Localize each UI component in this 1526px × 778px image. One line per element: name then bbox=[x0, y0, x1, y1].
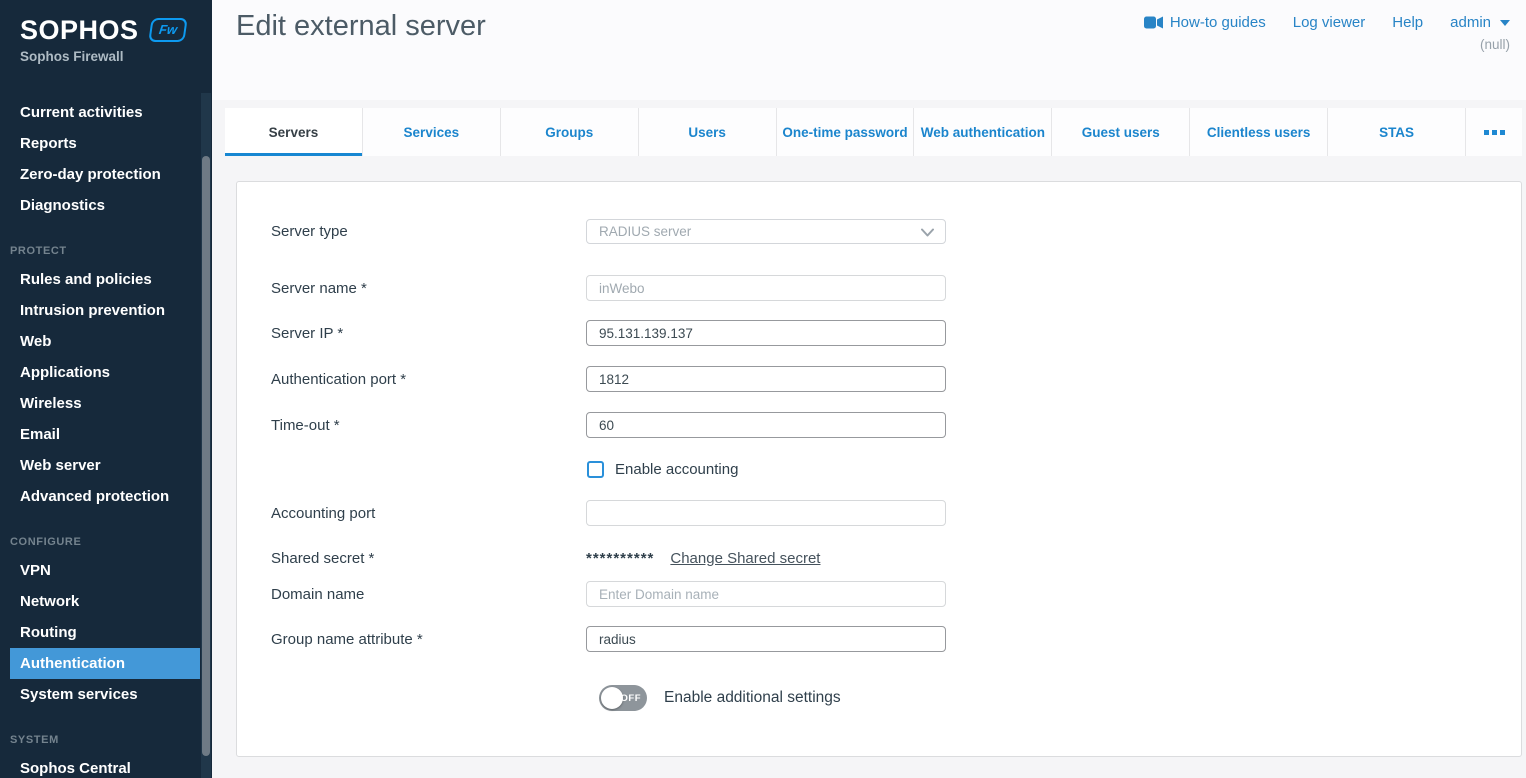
page-title: Edit external server bbox=[236, 10, 486, 43]
sidebar-item-sophos-central[interactable]: Sophos Central bbox=[10, 753, 200, 778]
enable-accounting-checkbox[interactable] bbox=[587, 461, 604, 478]
server-ip-input[interactable] bbox=[586, 320, 946, 346]
accounting-port-label: Accounting port bbox=[271, 505, 586, 522]
tab-services[interactable]: Services bbox=[362, 108, 500, 156]
user-note: (null) bbox=[1480, 37, 1510, 52]
sidebar-item-intrusion-prevention[interactable]: Intrusion prevention bbox=[10, 295, 200, 326]
how-to-guides-link[interactable]: How-to guides bbox=[1144, 14, 1266, 31]
sidebar-item-web-server[interactable]: Web server bbox=[10, 450, 200, 481]
sidebar-item-reports[interactable]: Reports bbox=[10, 128, 200, 159]
sidebar-item-zero-day-protection[interactable]: Zero-day protection bbox=[10, 159, 200, 190]
change-shared-secret-link[interactable]: Change Shared secret bbox=[670, 550, 820, 567]
tab-stas[interactable]: STAS bbox=[1327, 108, 1465, 156]
sidebar-section-configure: CONFIGURE bbox=[0, 529, 212, 555]
additional-settings-toggle[interactable]: OFF bbox=[599, 685, 647, 711]
header-links: How-to guides Log viewer Help admin bbox=[1144, 14, 1510, 31]
sidebar: SOPHOS Fw Sophos Firewall Current activi… bbox=[0, 0, 212, 778]
toggle-state-label: OFF bbox=[621, 693, 642, 704]
sidebar-item-rules-and-policies[interactable]: Rules and policies bbox=[10, 264, 200, 295]
log-viewer-link[interactable]: Log viewer bbox=[1293, 14, 1366, 31]
sidebar-item-advanced-protection[interactable]: Advanced protection bbox=[10, 481, 200, 512]
tab-web-authentication[interactable]: Web authentication bbox=[913, 108, 1051, 156]
group-name-attribute-input[interactable] bbox=[586, 626, 946, 652]
sidebar-item-applications[interactable]: Applications bbox=[10, 357, 200, 388]
authentication-port-input[interactable] bbox=[586, 366, 946, 392]
timeout-input[interactable] bbox=[586, 412, 946, 438]
user-menu-label: admin bbox=[1450, 14, 1491, 31]
domain-name-input[interactable] bbox=[586, 581, 946, 607]
brand: SOPHOS Fw Sophos Firewall bbox=[0, 0, 212, 66]
sidebar-item-vpn[interactable]: VPN bbox=[10, 555, 200, 586]
sidebar-item-network[interactable]: Network bbox=[10, 586, 200, 617]
sidebar-nav: Current activitiesReportsZero-day protec… bbox=[0, 97, 212, 778]
help-label: Help bbox=[1392, 14, 1423, 31]
edit-server-form-card: Server type RADIUS server Server name * … bbox=[236, 181, 1522, 757]
sidebar-item-authentication[interactable]: Authentication bbox=[10, 648, 200, 679]
sidebar-item-current-activities[interactable]: Current activities bbox=[10, 97, 200, 128]
server-name-input[interactable] bbox=[586, 275, 946, 301]
authentication-port-label: Authentication port * bbox=[271, 371, 586, 388]
accounting-port-input[interactable] bbox=[586, 500, 946, 526]
group-name-attribute-label: Group name attribute * bbox=[271, 631, 586, 648]
chevron-down-icon bbox=[921, 228, 934, 237]
log-viewer-label: Log viewer bbox=[1293, 14, 1366, 31]
tab-servers[interactable]: Servers bbox=[225, 108, 362, 156]
sidebar-item-email[interactable]: Email bbox=[10, 419, 200, 450]
sophos-logo: SOPHOS bbox=[20, 15, 139, 46]
additional-settings-label: Enable additional settings bbox=[664, 689, 841, 707]
ellipsis-icon bbox=[1484, 130, 1505, 135]
tab-guest-users[interactable]: Guest users bbox=[1051, 108, 1189, 156]
sidebar-item-web[interactable]: Web bbox=[10, 326, 200, 357]
sidebar-section-protect: PROTECT bbox=[0, 238, 212, 264]
shared-secret-masked-value: ********** bbox=[586, 550, 654, 567]
server-type-label: Server type bbox=[271, 223, 586, 240]
firewall-badge-icon: Fw bbox=[148, 18, 187, 42]
server-name-label: Server name * bbox=[271, 280, 586, 297]
timeout-label: Time-out * bbox=[271, 417, 586, 434]
enable-accounting-label: Enable accounting bbox=[615, 461, 738, 478]
page-header: Edit external server How-to guides Log v… bbox=[212, 0, 1526, 100]
tab-bar: ServersServicesGroupsUsersOne-time passw… bbox=[225, 108, 1522, 156]
shared-secret-label: Shared secret * bbox=[271, 550, 586, 567]
tab-one-time-password[interactable]: One-time password bbox=[776, 108, 914, 156]
sidebar-item-routing[interactable]: Routing bbox=[10, 617, 200, 648]
sidebar-scrollbar-thumb[interactable] bbox=[202, 156, 210, 756]
video-camera-icon bbox=[1144, 16, 1163, 29]
how-to-guides-label: How-to guides bbox=[1170, 14, 1266, 31]
domain-name-label: Domain name bbox=[271, 586, 586, 603]
chevron-down-icon bbox=[1500, 20, 1510, 26]
tab-groups[interactable]: Groups bbox=[500, 108, 638, 156]
sidebar-item-system-services[interactable]: System services bbox=[10, 679, 200, 710]
user-menu[interactable]: admin bbox=[1450, 14, 1510, 31]
sidebar-scrollbar-track[interactable] bbox=[201, 93, 211, 778]
server-type-value: RADIUS server bbox=[599, 224, 691, 239]
sidebar-item-wireless[interactable]: Wireless bbox=[10, 388, 200, 419]
server-type-select[interactable]: RADIUS server bbox=[586, 219, 946, 244]
sidebar-section-system: SYSTEM bbox=[0, 727, 212, 753]
tab-users[interactable]: Users bbox=[638, 108, 776, 156]
product-name: Sophos Firewall bbox=[20, 48, 212, 66]
tab-more-ellipsis[interactable] bbox=[1465, 108, 1522, 156]
tab-clientless-users[interactable]: Clientless users bbox=[1189, 108, 1327, 156]
help-link[interactable]: Help bbox=[1392, 14, 1423, 31]
sidebar-item-diagnostics[interactable]: Diagnostics bbox=[10, 190, 200, 221]
server-ip-label: Server IP * bbox=[271, 325, 586, 342]
